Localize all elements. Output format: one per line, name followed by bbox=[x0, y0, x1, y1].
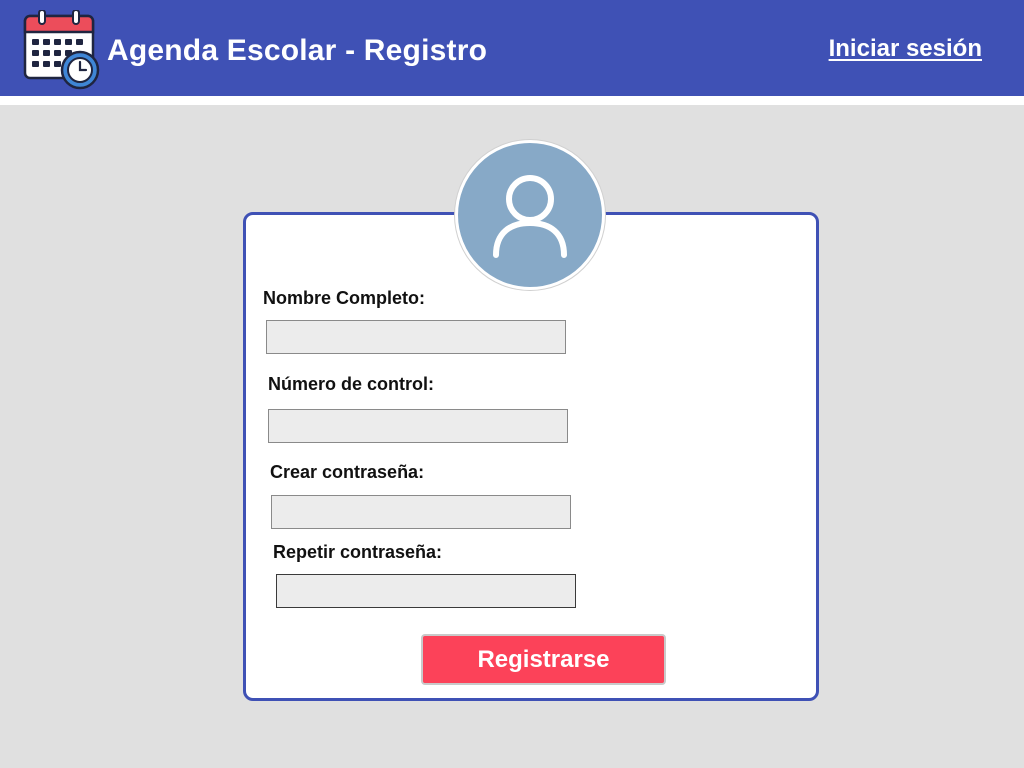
login-link[interactable]: Iniciar sesión bbox=[829, 35, 982, 63]
control-number-input[interactable] bbox=[268, 409, 568, 443]
register-button[interactable]: Registrarse bbox=[421, 634, 666, 685]
app-title: Agenda Escolar - Registro bbox=[107, 34, 488, 67]
repeat-password-input[interactable] bbox=[276, 574, 576, 608]
full-name-input[interactable] bbox=[266, 320, 566, 354]
full-name-label: Nombre Completo: bbox=[263, 288, 425, 308]
header-divider bbox=[0, 96, 1024, 105]
calendar-clock-icon bbox=[23, 9, 101, 90]
create-password-label: Crear contraseña: bbox=[270, 462, 425, 482]
repeat-password-label: Repetir contraseña: bbox=[273, 542, 443, 562]
control-number-label: Número de control: bbox=[268, 374, 435, 394]
user-icon bbox=[455, 140, 605, 290]
create-password-input[interactable] bbox=[271, 495, 571, 529]
